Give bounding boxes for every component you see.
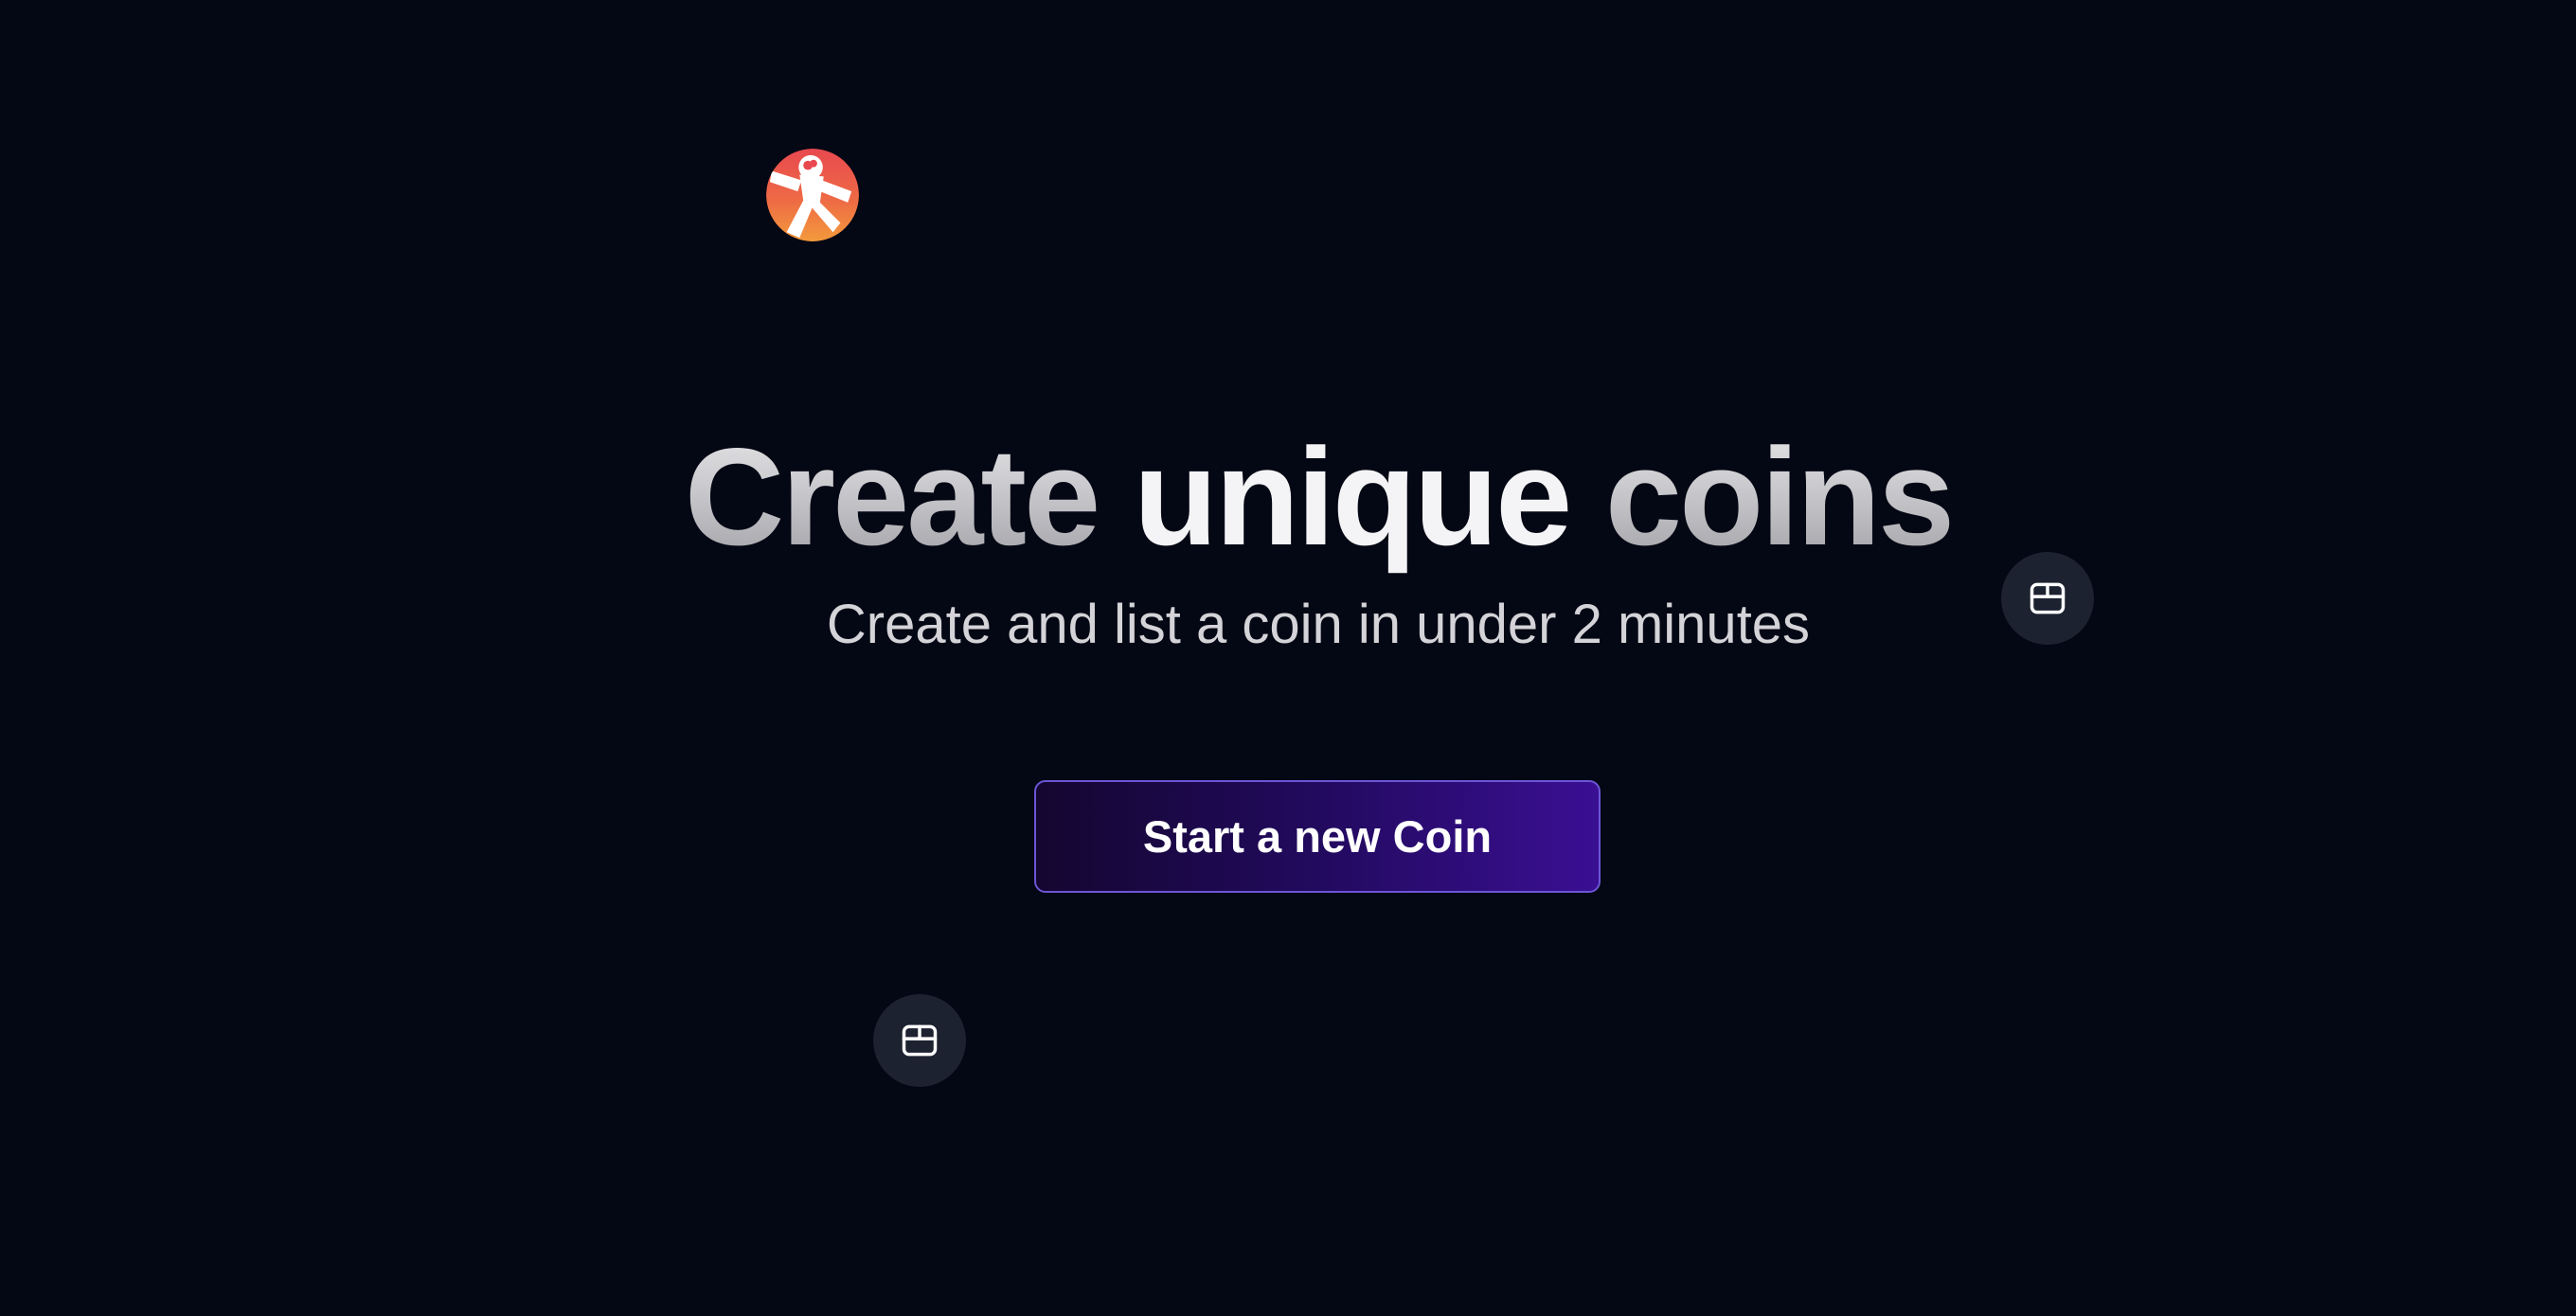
start-new-coin-button[interactable]: Start a new Coin xyxy=(1034,780,1601,893)
astronaut-avatar-icon xyxy=(766,149,859,241)
headline-part-unique: unique xyxy=(1133,419,1572,574)
box-icon xyxy=(2030,582,2066,614)
floating-box-bubble-right xyxy=(2001,552,2094,645)
floating-box-bubble-left xyxy=(873,994,966,1087)
page-title: Create unique coins xyxy=(0,421,2576,573)
headline-part-create: Create xyxy=(684,419,1134,574)
avatar xyxy=(766,149,859,241)
headline-part-coins: coins xyxy=(1569,419,1955,574)
box-icon xyxy=(902,1024,938,1057)
subtitle: Create and list a coin in under 2 minute… xyxy=(826,594,1811,655)
